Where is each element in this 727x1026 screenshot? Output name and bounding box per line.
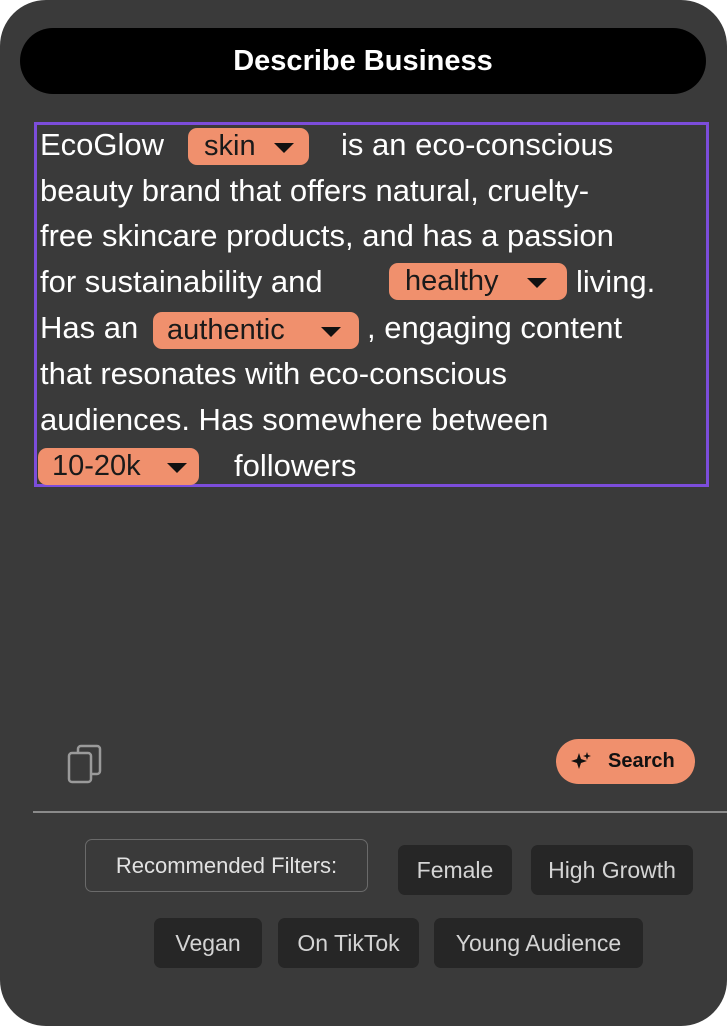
search-button-label: Search <box>608 750 675 772</box>
filter-chip-high-growth[interactable]: High Growth <box>531 845 693 895</box>
followers-dropdown[interactable]: 10-20k <box>38 448 199 485</box>
caret-down-icon <box>321 327 341 337</box>
lifestyle-dropdown[interactable]: healthy <box>389 263 567 300</box>
search-button[interactable]: Search <box>556 739 695 784</box>
description-text-line: audiences. Has somewhere between <box>40 402 549 437</box>
description-text-line: living. <box>576 264 656 299</box>
lifestyle-dropdown-value: healthy <box>405 265 499 297</box>
tone-dropdown-value: authentic <box>167 314 285 346</box>
filter-chip-young-audience[interactable]: Young Audience <box>434 918 643 968</box>
tone-dropdown[interactable]: authentic <box>153 312 359 349</box>
description-text-line: beauty brand that offers natural, cruelt… <box>40 173 590 208</box>
description-text-line: followers <box>234 448 357 483</box>
description-text-line: that resonates with eco-conscious <box>40 356 507 391</box>
category-dropdown[interactable]: skin <box>188 128 309 165</box>
description-text-line: free skincare products, and has a passio… <box>40 218 614 253</box>
recommended-filters-label: Recommended Filters: <box>85 839 368 892</box>
sparkle-icon <box>571 752 591 769</box>
description-text-line: for sustainability and <box>40 264 323 299</box>
description-text-line: is an eco-conscious <box>341 127 614 162</box>
caret-down-icon <box>167 463 187 473</box>
description-text-line: , engaging content <box>367 310 623 345</box>
caret-down-icon <box>274 143 294 153</box>
description-text-line: Has an <box>40 310 139 345</box>
section-divider <box>33 811 727 813</box>
copy-icon[interactable] <box>67 744 103 784</box>
category-dropdown-value: skin <box>204 130 256 162</box>
filter-chip-on-tiktok[interactable]: On TikTok <box>278 918 419 968</box>
filter-chip-female[interactable]: Female <box>398 845 512 895</box>
description-text-line: EcoGlow <box>40 127 165 162</box>
filter-chip-vegan[interactable]: Vegan <box>154 918 262 968</box>
business-description-editor[interactable]: EcoGlow skin is an eco-conscious beauty … <box>34 122 709 487</box>
describe-business-card: Describe Business EcoGlow skin is an eco… <box>0 0 727 1026</box>
header-title: Describe Business <box>20 28 706 94</box>
caret-down-icon <box>527 278 547 288</box>
followers-dropdown-value: 10-20k <box>52 450 141 482</box>
